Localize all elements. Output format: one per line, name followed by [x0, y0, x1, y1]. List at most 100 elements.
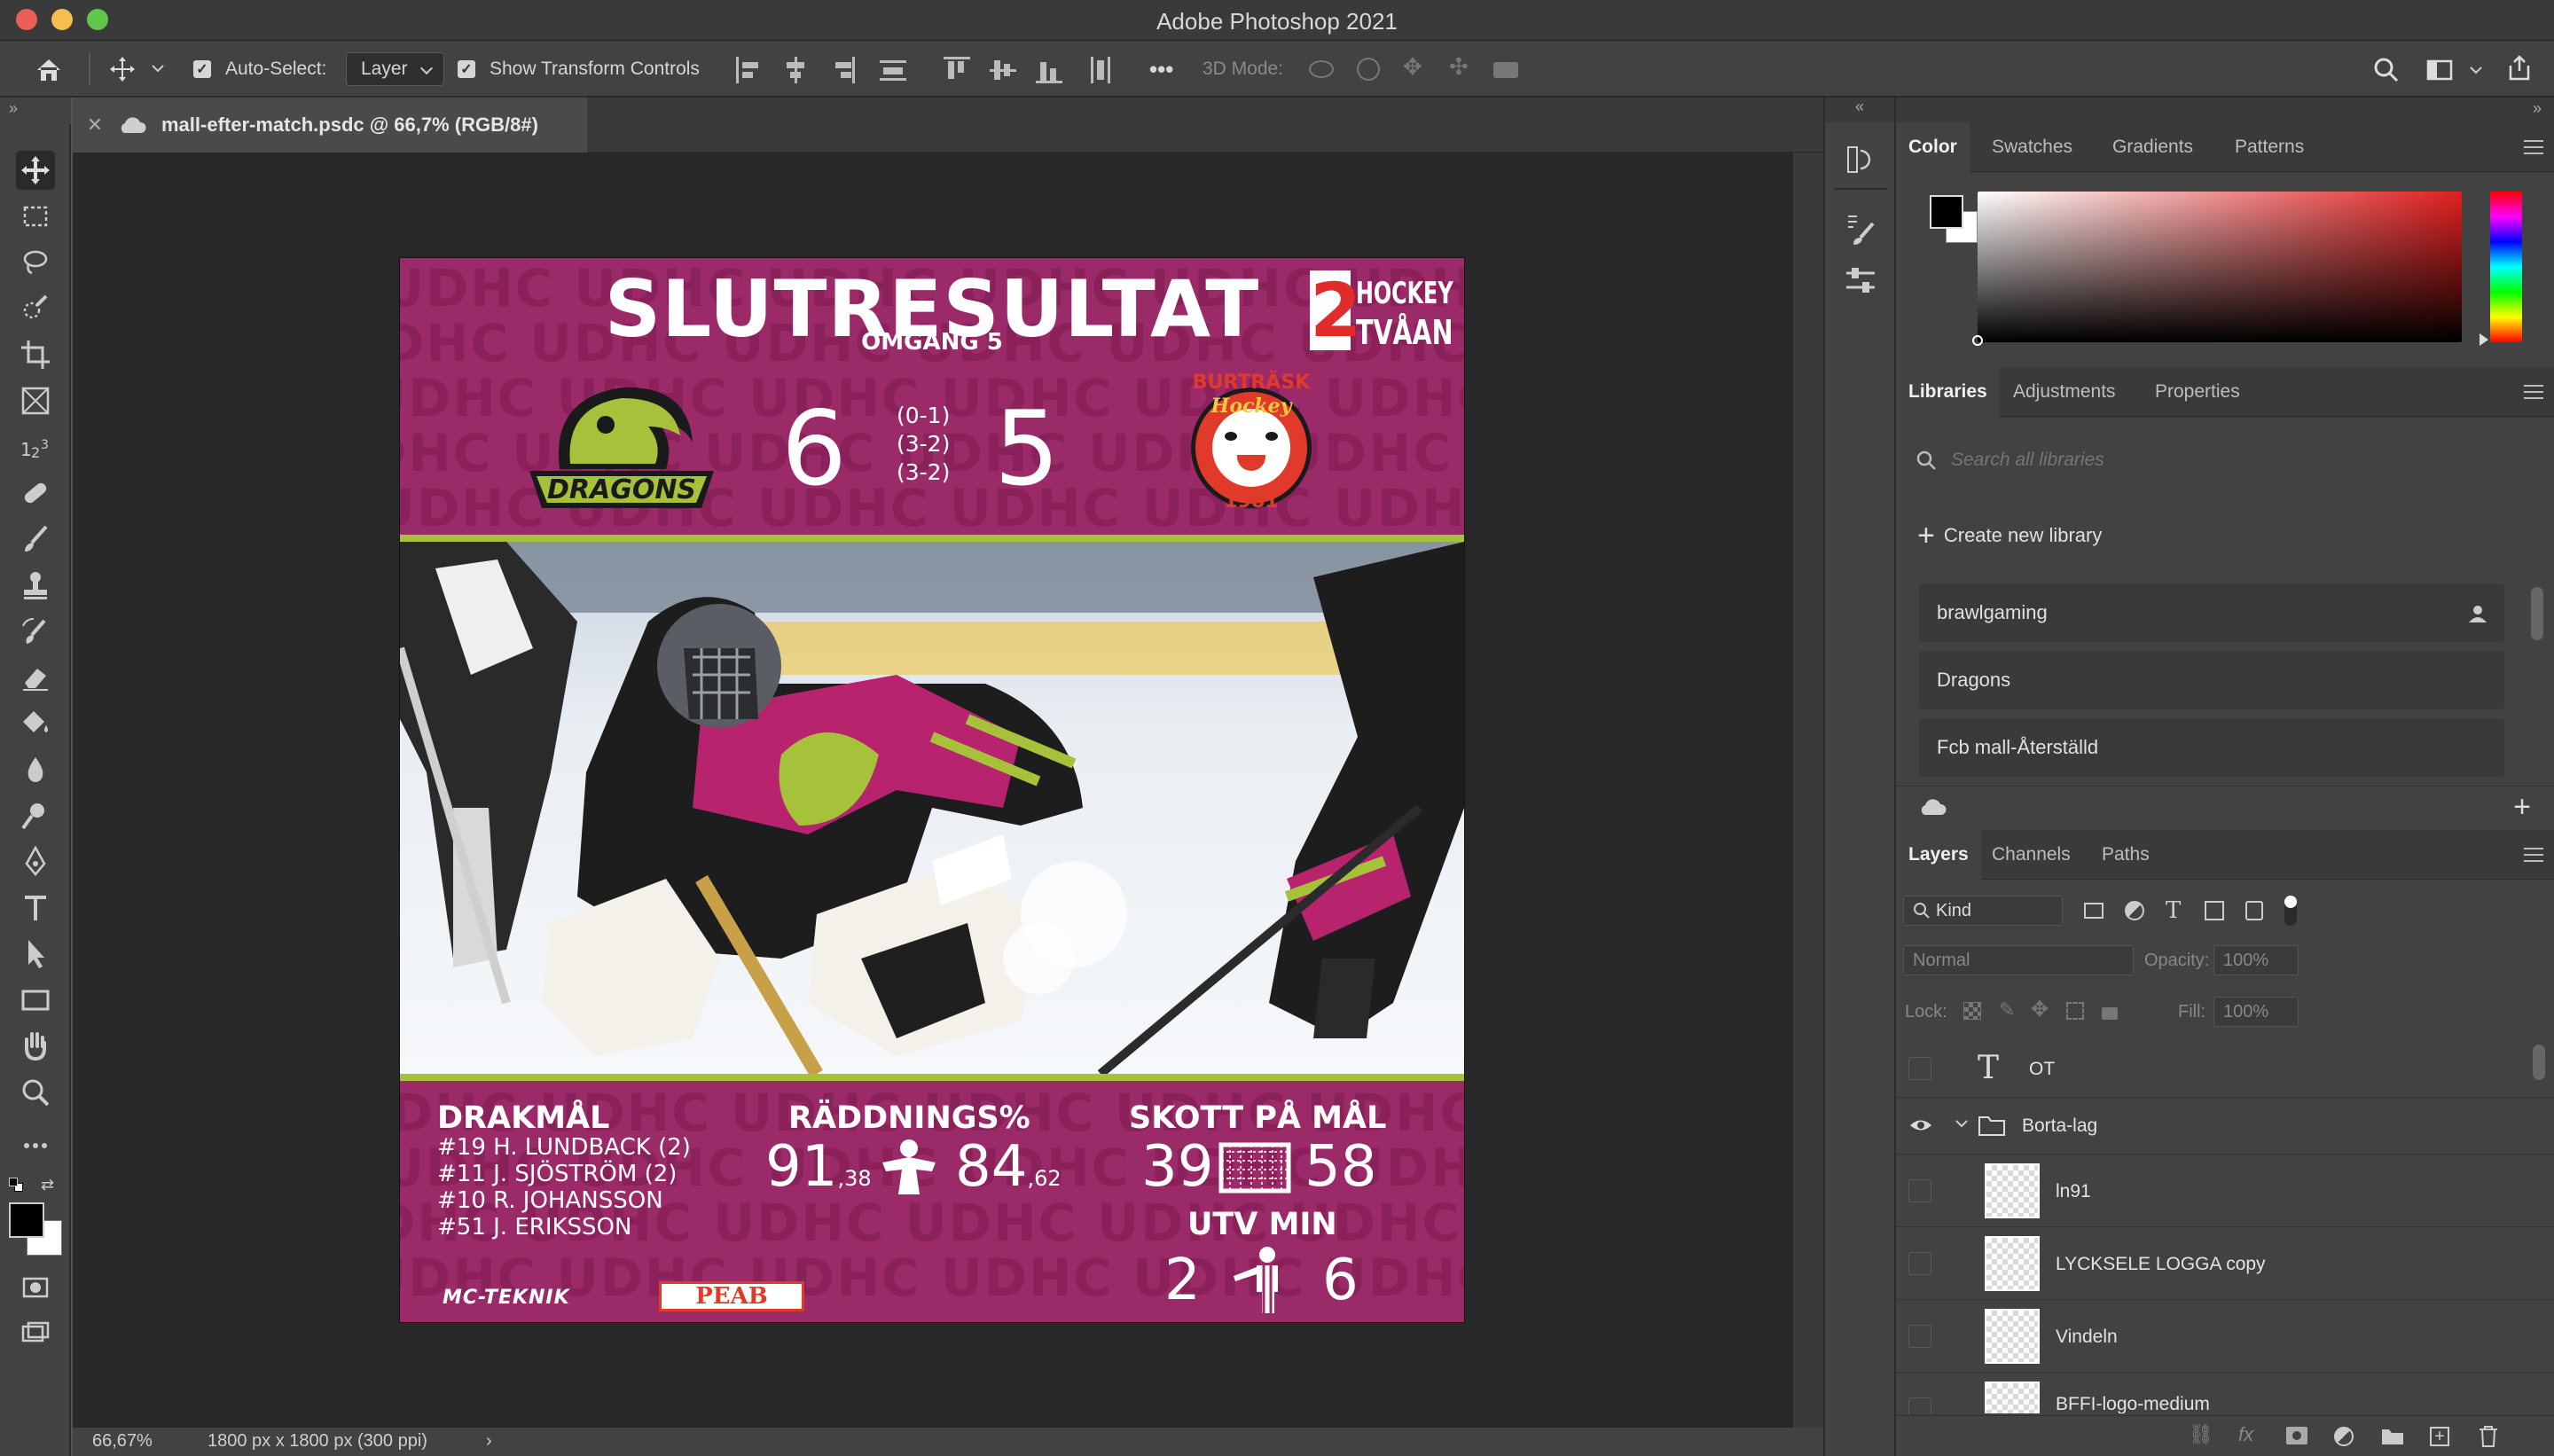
3d-orbit-icon[interactable]	[1309, 60, 1334, 78]
marquee-tool-button[interactable]	[16, 197, 55, 236]
3d-camera-icon[interactable]	[1493, 62, 1518, 78]
lasso-tool-button[interactable]	[16, 243, 55, 282]
lock-artboard-icon[interactable]	[2066, 1002, 2084, 1020]
visibility-toggle[interactable]	[1908, 1057, 1931, 1080]
blend-mode-dropdown[interactable]: Normal	[1903, 945, 2134, 975]
hue-slider[interactable]	[2490, 192, 2522, 342]
rectangle-tool-button[interactable]	[16, 981, 55, 1020]
opacity-input[interactable]: 100%	[2213, 945, 2299, 975]
tab-libraries[interactable]: Libraries	[1896, 367, 2000, 417]
layer-row[interactable]: ln91	[1896, 1155, 2554, 1227]
dodge-tool-button[interactable]	[16, 796, 55, 835]
filter-smart-object-icon[interactable]	[2245, 901, 2263, 920]
tab-adjustments[interactable]: Adjustments	[2001, 367, 2128, 417]
color-field[interactable]	[1978, 192, 2462, 342]
screen-mode-button[interactable]	[16, 1314, 55, 1353]
fill-input[interactable]: 100%	[2213, 997, 2299, 1027]
share-icon[interactable]	[2506, 55, 2533, 82]
document-tab[interactable]: ✕ mall-efter-match.psdc @ 66,7% (RGB/8#)	[73, 98, 587, 153]
library-item[interactable]: Dragons	[1919, 651, 2504, 709]
tab-patterns[interactable]: Patterns	[2222, 122, 2316, 172]
healing-brush-tool-button[interactable]	[16, 474, 55, 513]
distribute-vertical-icon[interactable]	[1087, 57, 1114, 83]
home-icon[interactable]	[34, 55, 64, 85]
align-bottom-icon[interactable]	[1036, 57, 1062, 83]
library-item[interactable]: Fcb mall-Återställd	[1919, 718, 2504, 777]
visibility-toggle[interactable]	[1908, 1397, 1931, 1413]
close-document-icon[interactable]: ✕	[73, 114, 117, 137]
type-tool-button[interactable]	[16, 888, 55, 928]
layer-row[interactable]: BFFI-logo-medium	[1896, 1373, 2554, 1413]
lock-position-icon[interactable]: ✥	[2031, 997, 2049, 1022]
adjustments-sliders-icon[interactable]	[1845, 262, 1876, 298]
filter-adjustment-icon[interactable]	[2125, 901, 2144, 920]
cloud-icon[interactable]	[1917, 797, 1947, 817]
brush-settings-icon[interactable]	[1845, 211, 1876, 247]
more-options-button[interactable]: •••	[1149, 41, 1173, 98]
layer-row[interactable]: Vindeln	[1896, 1300, 2554, 1373]
quick-mask-button[interactable]	[16, 1268, 55, 1307]
lock-all-icon[interactable]	[2102, 1007, 2118, 1020]
filter-toggle-icon[interactable]	[2284, 896, 2297, 926]
foreground-color-swatch[interactable]	[9, 1202, 44, 1238]
libraries-search-input[interactable]	[1951, 450, 2483, 471]
align-left-icon[interactable]	[736, 57, 763, 83]
layer-row[interactable]: T OT	[1896, 1041, 2554, 1098]
filter-shape-icon[interactable]	[2205, 901, 2224, 920]
new-layer-icon[interactable]: +	[2430, 1427, 2449, 1446]
path-select-tool-button[interactable]	[16, 935, 55, 974]
zoom-tool-button[interactable]	[16, 1073, 55, 1112]
artwork-canvas[interactable]: UDHC UDHC UDHC UDHC UDHC UDHC UDHC UDHC …	[400, 258, 1464, 1322]
library-item[interactable]: brawlgaming	[1919, 583, 2504, 642]
collapse-strip-button[interactable]: «	[1825, 98, 1894, 122]
layer-group-row[interactable]: Borta-lag	[1896, 1098, 2554, 1155]
align-center-h-icon[interactable]	[782, 57, 809, 83]
align-top-icon[interactable]	[944, 57, 970, 83]
foreground-color-chip[interactable]	[1930, 195, 1963, 229]
auto-select-target-dropdown[interactable]: Layer	[346, 52, 444, 86]
brush-tool-button[interactable]	[16, 520, 55, 559]
eraser-tool-button[interactable]	[16, 658, 55, 697]
tab-layers[interactable]: Layers	[1896, 830, 1981, 880]
show-transform-checkbox[interactable]: ✓ Show Transform Controls	[458, 41, 700, 98]
3d-pan-icon[interactable]: ✥	[1403, 53, 1430, 80]
edit-toolbar-button[interactable]	[16, 1126, 55, 1165]
canvas-vertical-scrollbar[interactable]	[1793, 153, 1823, 1428]
frame-tool-button[interactable]	[16, 381, 55, 420]
filter-pixel-icon[interactable]	[2084, 903, 2104, 919]
align-right-icon[interactable]	[828, 57, 855, 83]
eye-icon[interactable]	[1908, 1115, 1933, 1135]
tab-paths[interactable]: Paths	[2089, 830, 2162, 880]
workspace-icon[interactable]	[2426, 57, 2453, 83]
layer-filter-kind-dropdown[interactable]: Kind	[1903, 896, 2063, 926]
add-mask-icon[interactable]	[2286, 1427, 2307, 1444]
chevron-down-icon[interactable]	[1955, 1119, 1969, 1130]
create-library-button[interactable]: + Create new library	[1917, 520, 2102, 552]
libraries-search[interactable]	[1916, 440, 2519, 481]
visibility-toggle[interactable]	[1908, 1179, 1931, 1202]
stamp-tool-button[interactable]	[16, 566, 55, 605]
add-library-item-icon[interactable]: +	[2513, 790, 2531, 825]
new-adjustment-layer-icon[interactable]	[2334, 1427, 2354, 1446]
crop-tool-button[interactable]	[16, 335, 55, 374]
quick-select-tool-button[interactable]	[16, 289, 55, 328]
layers-scrollbar[interactable]	[2533, 1045, 2545, 1080]
tab-swatches[interactable]: Swatches	[1979, 122, 2085, 172]
pen-tool-button[interactable]	[16, 842, 55, 881]
lock-transparent-icon[interactable]	[1963, 1002, 1981, 1020]
link-layers-icon[interactable]: ⛓	[2189, 1423, 2213, 1446]
distribute-icon[interactable]	[880, 57, 906, 83]
blur-tool-button[interactable]	[16, 750, 55, 789]
libraries-scrollbar[interactable]	[2531, 587, 2543, 640]
filter-type-icon[interactable]: T	[2166, 897, 2181, 924]
3d-slide-icon[interactable]: ✣	[1449, 53, 1476, 80]
panel-menu-icon[interactable]	[2524, 140, 2543, 154]
delete-layer-icon[interactable]	[2478, 1425, 2499, 1448]
layer-row[interactable]: LYCKSELE LOGGA copy	[1896, 1227, 2554, 1300]
visibility-toggle[interactable]	[1908, 1252, 1931, 1275]
panel-menu-icon[interactable]	[2524, 385, 2543, 399]
hand-tool-button[interactable]	[16, 1027, 55, 1066]
tab-properties[interactable]: Properties	[2143, 367, 2252, 417]
paint-bucket-tool-button[interactable]	[16, 704, 55, 743]
move-tool-icon[interactable]	[108, 55, 137, 83]
